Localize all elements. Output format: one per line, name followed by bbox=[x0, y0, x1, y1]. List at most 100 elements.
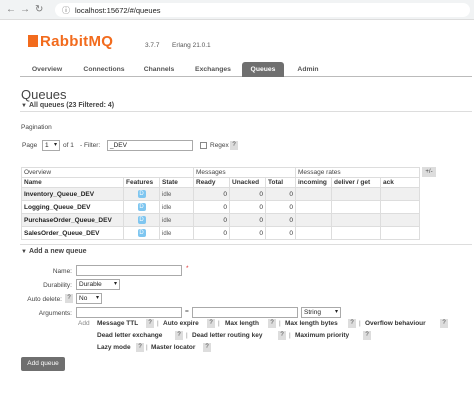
regex-checkbox[interactable] bbox=[200, 142, 207, 149]
tab-exchanges[interactable]: Exchanges bbox=[186, 62, 240, 77]
queue-name-link[interactable]: Inventory_Queue_DEV bbox=[21, 187, 124, 201]
table-row: SalesOrder_Queue_DEV D idle 0 0 0 bbox=[21, 226, 420, 240]
unacked-cell: 0 bbox=[229, 187, 266, 201]
all-queues-toggle[interactable]: ▼ All queues (23 Filtered: 4) bbox=[21, 102, 114, 109]
idle-state: idle bbox=[162, 191, 172, 198]
separator: | bbox=[218, 320, 220, 327]
queue-name-input[interactable] bbox=[76, 265, 182, 276]
page-select[interactable]: 1 ▾ bbox=[42, 140, 60, 151]
triangle-down-icon: ▼ bbox=[21, 249, 27, 255]
separator: | bbox=[289, 332, 291, 339]
queue-name-link[interactable]: Logging_Queue_DEV bbox=[21, 200, 124, 214]
ready-cell: 0 bbox=[193, 213, 230, 227]
argument-type-select[interactable]: String ▾ bbox=[301, 307, 341, 318]
add-queue-button[interactable]: Add queue bbox=[21, 357, 65, 371]
help-icon[interactable]: ? bbox=[207, 319, 215, 328]
option-max-length-bytes[interactable]: Max length bytes bbox=[285, 320, 338, 327]
durable-badge: D bbox=[137, 190, 146, 198]
queue-name-link[interactable]: SalesOrder_Queue_DEV bbox=[21, 226, 124, 240]
option-max-length[interactable]: Max length bbox=[225, 320, 259, 327]
add-queue-toggle[interactable]: ▼ Add a new queue bbox=[21, 248, 87, 255]
help-icon[interactable]: ? bbox=[278, 331, 286, 340]
info-icon[interactable]: ⓘ bbox=[62, 5, 70, 16]
divider bbox=[20, 111, 472, 112]
option-auto-expire[interactable]: Auto expire bbox=[163, 320, 199, 327]
total-cell: 0 bbox=[265, 226, 296, 240]
tab-overview[interactable]: Overview bbox=[22, 62, 72, 77]
browser-toolbar: ← → ↻ ⓘ localhost:15672/#/queues bbox=[0, 0, 474, 20]
tab-connections[interactable]: Connections bbox=[76, 62, 132, 77]
col-unacked[interactable]: Unacked bbox=[229, 177, 266, 188]
filter-input[interactable]: _DEV bbox=[107, 140, 193, 151]
incoming-cell bbox=[295, 226, 332, 240]
col-deliver-get[interactable]: deliver / get bbox=[331, 177, 381, 188]
auto-delete-help-icon[interactable]: ? bbox=[65, 294, 73, 303]
help-icon[interactable]: ? bbox=[268, 319, 276, 328]
option-dead-letter-routing-key[interactable]: Dead letter routing key bbox=[192, 332, 262, 339]
col-total[interactable]: Total bbox=[265, 177, 296, 188]
deliver-get-cell bbox=[331, 200, 381, 214]
tab-admin[interactable]: Admin bbox=[288, 62, 328, 77]
caret-down-icon: ▾ bbox=[113, 281, 117, 287]
help-icon[interactable]: ? bbox=[136, 343, 144, 352]
erlang-version-text: Erlang 21.0.1 bbox=[172, 42, 211, 49]
columns-toggle-button[interactable]: +/- bbox=[422, 167, 436, 177]
help-icon[interactable]: ? bbox=[203, 343, 211, 352]
back-arrow-icon[interactable]: ← bbox=[6, 4, 16, 15]
arguments-label: Arguments: bbox=[38, 310, 72, 317]
separator: | bbox=[186, 332, 188, 339]
ack-cell bbox=[380, 226, 420, 240]
page-of-label: of 1 bbox=[63, 142, 74, 149]
option-maximum-priority[interactable]: Maximum priority bbox=[295, 332, 349, 339]
incoming-cell bbox=[295, 200, 332, 214]
unacked-cell: 0 bbox=[229, 226, 266, 240]
unacked-cell: 0 bbox=[229, 200, 266, 214]
col-state[interactable]: State bbox=[159, 177, 194, 188]
option-lazy-mode[interactable]: Lazy mode bbox=[97, 344, 131, 351]
incoming-cell bbox=[295, 187, 332, 201]
argument-key-input[interactable] bbox=[76, 307, 182, 318]
idle-state: idle bbox=[162, 217, 172, 224]
ack-cell bbox=[380, 213, 420, 227]
help-icon[interactable]: ? bbox=[348, 319, 356, 328]
option-master-locator[interactable]: Master locator bbox=[151, 344, 195, 351]
forward-arrow-icon[interactable]: → bbox=[20, 4, 30, 15]
page-title: Queues bbox=[21, 87, 67, 102]
main-tabs: Overview Connections Channels Exchanges … bbox=[20, 62, 472, 77]
durability-select[interactable]: Durable ▾ bbox=[76, 279, 120, 290]
col-incoming[interactable]: incoming bbox=[295, 177, 332, 188]
regex-help-icon[interactable]: ? bbox=[230, 141, 238, 150]
unacked-cell: 0 bbox=[229, 213, 266, 227]
auto-delete-select[interactable]: No ▾ bbox=[76, 293, 102, 304]
required-mark: * bbox=[186, 265, 189, 272]
table-row: Logging_Queue_DEV D idle 0 0 0 bbox=[21, 200, 420, 214]
help-icon[interactable]: ? bbox=[440, 319, 448, 328]
option-overflow-behaviour[interactable]: Overflow behaviour bbox=[365, 320, 426, 327]
reload-icon[interactable]: ↻ bbox=[35, 4, 43, 15]
col-name[interactable]: Name bbox=[21, 177, 124, 188]
help-icon[interactable]: ? bbox=[175, 331, 183, 340]
rabbitmq-logo[interactable]: RabbitMQ bbox=[28, 33, 113, 50]
help-icon[interactable]: ? bbox=[363, 331, 371, 340]
argument-value-input[interactable] bbox=[192, 307, 298, 318]
col-ack[interactable]: ack bbox=[380, 177, 420, 188]
page-label: Page bbox=[22, 142, 38, 149]
table-row: Inventory_Queue_DEV D idle 0 0 0 bbox=[21, 187, 420, 201]
col-ready[interactable]: Ready bbox=[193, 177, 230, 188]
divider bbox=[20, 244, 472, 245]
ready-cell: 0 bbox=[193, 200, 230, 214]
auto-delete-label: Auto delete: bbox=[27, 296, 62, 303]
caret-down-icon: ▾ bbox=[95, 295, 99, 301]
help-icon[interactable]: ? bbox=[146, 319, 154, 328]
queue-name-link[interactable]: PurchaseOrder_Queue_DEV bbox=[21, 213, 124, 227]
durable-badge: D bbox=[137, 216, 146, 224]
tab-channels[interactable]: Channels bbox=[135, 62, 183, 77]
option-message-ttl[interactable]: Message TTL bbox=[97, 320, 138, 327]
tab-queues[interactable]: Queues bbox=[242, 62, 284, 77]
total-cell: 0 bbox=[265, 187, 296, 201]
queues-table: Overview Messages Message rates Name Fea… bbox=[21, 167, 420, 240]
deliver-get-cell bbox=[331, 187, 381, 201]
separator: | bbox=[359, 320, 361, 327]
option-dead-letter-exchange[interactable]: Dead letter exchange bbox=[97, 332, 162, 339]
equals-sign: = bbox=[185, 308, 189, 315]
